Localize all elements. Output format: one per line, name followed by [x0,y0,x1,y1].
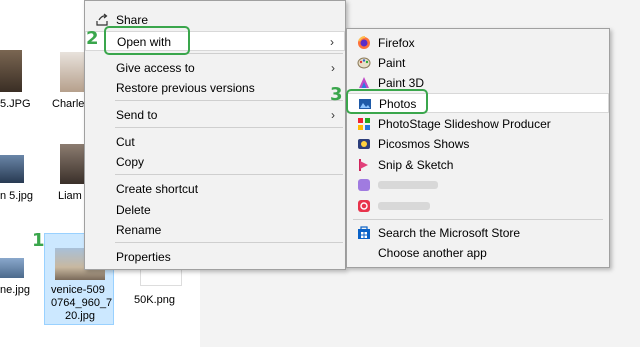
app-item-photostage[interactable]: PhotoStage Slideshow Producer [347,114,609,134]
file-thumbnail[interactable] [0,258,24,278]
menu-item-label: Share [116,13,149,27]
app-item-snip-sketch[interactable]: Snip & Sketch [347,155,609,175]
blurred-label [378,181,438,189]
file-name[interactable]: Charle [52,98,84,110]
snip-sketch-icon [359,159,368,171]
chevron-right-icon: › [331,61,335,75]
callout-box-open-with [104,26,190,55]
file-name-line: 20.jpg [65,310,95,322]
app-label: Picosmos Shows [378,137,470,151]
paint-3d-icon [359,77,369,88]
open-with-submenu: Firefox Paint Paint 3D Photos PhotoStage… [346,28,610,268]
chevron-right-icon: › [331,108,335,122]
app-item-blurred-2[interactable] [347,196,609,216]
file-name[interactable]: ne.jpg [0,284,30,296]
menu-item-copy[interactable]: Copy [85,152,345,172]
file-thumbnail[interactable] [60,144,84,184]
menu-item-label: Rename [116,223,162,237]
share-icon [96,13,108,26]
menu-separator [115,127,343,128]
callout-number-1: 1 [32,230,45,251]
menu-item-label: Give access to [116,61,195,75]
menu-item-label: Cut [116,135,135,149]
app-label: Paint 3D [378,76,425,90]
menu-item-label: Send to [116,108,158,122]
menu-separator [115,174,343,175]
callout-box-photos [346,89,428,114]
app-label: PhotoStage Slideshow Producer [378,117,551,131]
app-item-store[interactable]: Search the Microsoft Store [347,223,609,243]
app-item-paint[interactable]: Paint [347,53,609,73]
menu-separator [115,242,343,243]
file-thumbnail[interactable] [0,155,24,183]
menu-separator [115,100,343,101]
app-icon [358,200,370,212]
callout-number-2: 2 [86,28,99,49]
menu-item-label: Delete [116,203,151,217]
firefox-icon [358,36,370,49]
app-label: Search the Microsoft Store [378,226,521,240]
picosmos-icon [358,139,370,149]
menu-item-properties[interactable]: Properties [85,247,345,267]
menu-item-send-to[interactable]: Send to › [85,105,345,125]
app-label: Firefox [378,36,415,50]
menu-item-label: Copy [116,155,145,169]
menu-item-give-access[interactable]: Give access to › [85,58,345,78]
menu-item-label: Restore previous versions [116,81,255,95]
photostage-icon [358,118,370,130]
callout-number-3: 3 [330,84,343,105]
menu-separator [353,219,603,220]
menu-item-restore-versions[interactable]: Restore previous versions [85,78,345,98]
file-name[interactable]: n 5.jpg [0,190,33,202]
app-item-choose-another[interactable]: Choose another app [347,243,609,263]
menu-item-delete[interactable]: Delete [85,200,345,220]
file-name-line: 0764_960_7 [51,297,113,309]
menu-item-rename[interactable]: Rename [85,220,345,240]
menu-item-cut[interactable]: Cut [85,132,345,152]
app-label: Paint [378,56,406,70]
menu-item-create-shortcut[interactable]: Create shortcut [85,179,345,199]
menu-item-label: Create shortcut [116,182,199,196]
blurred-label [378,202,430,210]
chevron-right-icon: › [330,35,334,49]
app-item-picosmos[interactable]: Picosmos Shows [347,134,609,154]
file-name-line: venice-509 [51,284,105,296]
file-thumbnail[interactable] [0,50,22,92]
app-icon [358,179,370,191]
app-label: Choose another app [378,246,487,260]
file-name[interactable]: Liam [58,190,82,202]
menu-item-label: Properties [116,250,171,264]
file-name[interactable]: 50K.png [134,294,175,306]
app-item-blurred-1[interactable] [347,175,609,195]
file-name[interactable]: 5.JPG [0,98,31,110]
paint-icon [357,57,371,69]
store-icon [358,226,370,239]
app-label: Snip & Sketch [378,158,454,172]
app-item-firefox[interactable]: Firefox [347,33,609,53]
